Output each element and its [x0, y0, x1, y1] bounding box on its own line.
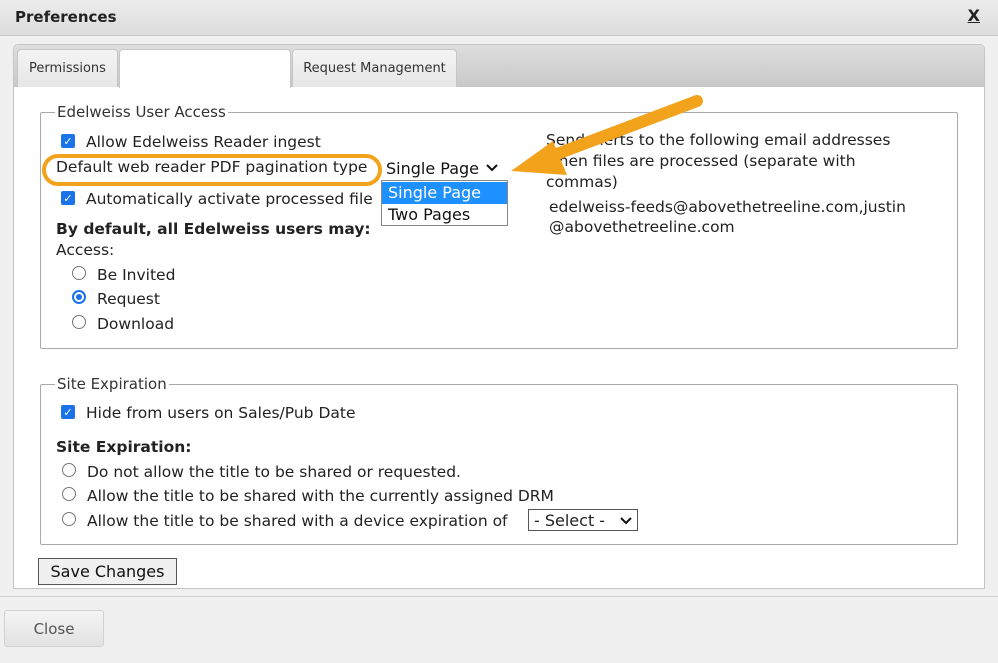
- reader-ingest-checkbox[interactable]: ✓: [61, 134, 75, 148]
- user-access-legend: Edelweiss User Access: [57, 103, 226, 121]
- access-label: Access:: [56, 241, 115, 259]
- radio-request-label: Request: [97, 290, 160, 308]
- radio-request[interactable]: [72, 290, 86, 304]
- radio-expire-device-label: Allow the title to be shared with a devi…: [87, 512, 508, 530]
- radio-expire-no-share-label: Do not allow the title to be shared or r…: [87, 463, 461, 481]
- site-expiration-legend: Site Expiration: [57, 375, 167, 393]
- site-expiration-heading: Site Expiration:: [56, 438, 192, 456]
- save-changes-button[interactable]: Save Changes: [38, 558, 177, 585]
- device-expiration-value: - Select -: [534, 510, 606, 530]
- radio-expire-device[interactable]: [62, 512, 76, 526]
- auto-activate-checkbox[interactable]: ✓: [61, 191, 75, 205]
- radio-download-label: Download: [97, 315, 175, 333]
- radio-expire-drm-label: Allow the title to be shared with the cu…: [87, 487, 554, 505]
- pagination-option-two[interactable]: Two Pages: [382, 204, 507, 226]
- highlight-ring: [42, 154, 382, 186]
- pagination-select-value: Single Page: [386, 158, 480, 178]
- preferences-panel: Permissions Access Management Request Ma…: [13, 44, 985, 589]
- chevron-down-icon: [486, 164, 498, 172]
- pagination-option-single[interactable]: Single Page: [382, 182, 507, 204]
- window-titlebar: Preferences X: [0, 0, 998, 36]
- pagination-select[interactable]: Single Page: [382, 157, 504, 179]
- window-title: Preferences: [15, 8, 117, 26]
- radio-download[interactable]: [72, 315, 86, 329]
- radio-be-invited[interactable]: [72, 266, 86, 280]
- radio-expire-no-share[interactable]: [62, 463, 76, 477]
- device-expiration-select[interactable]: - Select -: [528, 509, 638, 531]
- close-button[interactable]: Close: [4, 610, 104, 647]
- tab-access-management[interactable]: Access Management: [119, 49, 291, 88]
- alert-emails-textarea[interactable]: edelweiss-feeds@abovethetreeline.com,jus…: [545, 195, 925, 279]
- dialog-footer: Close: [0, 596, 998, 663]
- tab-request-management[interactable]: Request Management: [292, 49, 457, 87]
- auto-activate-label: Automatically activate processed file: [86, 190, 373, 208]
- tab-permissions[interactable]: Permissions: [17, 49, 118, 87]
- radio-be-invited-label: Be Invited: [97, 266, 176, 284]
- pagination-dropdown-list: Single Page Two Pages: [381, 180, 508, 226]
- chevron-down-icon: [620, 516, 632, 524]
- tab-bar: Permissions Access Management Request Ma…: [14, 45, 984, 88]
- hide-on-pubdate-label: Hide from users on Sales/Pub Date: [86, 404, 356, 422]
- reader-ingest-label: Allow Edelweiss Reader ingest: [86, 133, 321, 151]
- radio-expire-drm[interactable]: [62, 487, 76, 501]
- hide-on-pubdate-checkbox[interactable]: ✓: [61, 405, 75, 419]
- default-permissions-heading: By default, all Edelweiss users may:: [56, 220, 371, 238]
- close-x-button[interactable]: X: [968, 6, 980, 25]
- annotation-arrow-icon: [511, 95, 703, 175]
